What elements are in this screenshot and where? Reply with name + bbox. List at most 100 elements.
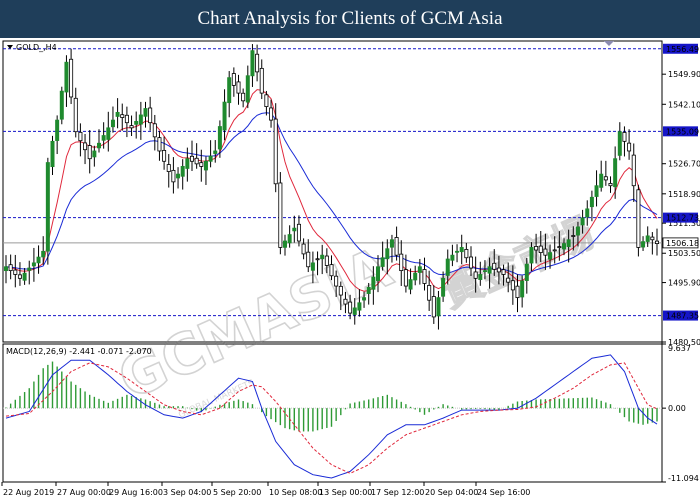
level-price-label: 1487.35: [666, 312, 699, 321]
candle-body: [120, 114, 125, 118]
candle-body: [324, 255, 329, 266]
candle-body: [69, 58, 74, 98]
candle-body: [185, 158, 190, 169]
candle-body: [641, 241, 646, 248]
symbol-label: GOLD_,H4: [16, 43, 57, 52]
candle-body: [157, 137, 162, 152]
candle-body: [320, 254, 325, 260]
candle-body: [468, 256, 473, 269]
candle-body: [222, 101, 227, 131]
candle-body: [129, 125, 134, 129]
candle-body: [385, 248, 390, 260]
candle-body: [552, 249, 557, 252]
candle-body: [534, 246, 539, 251]
candle-body: [548, 252, 553, 260]
candle-body: [478, 274, 483, 280]
candle-body: [138, 114, 143, 125]
candle-body: [543, 248, 548, 256]
level-price-label: 1512.73: [666, 214, 699, 223]
candle-body: [524, 263, 529, 281]
candle-body: [348, 301, 353, 314]
candle-body: [375, 266, 380, 281]
candle-body: [199, 162, 204, 167]
candle-body: [515, 285, 520, 299]
time-tick-label: 3 Sep 04:00: [163, 488, 211, 497]
time-tick-label: 29 Aug 16:00: [109, 488, 163, 497]
macd-tick-label: 0.00: [668, 404, 686, 413]
time-tick-label: 5 Sep 20:00: [213, 488, 261, 497]
candle-body: [148, 107, 153, 124]
candle-body: [78, 131, 83, 142]
candle-body: [189, 155, 194, 162]
candle-body: [203, 160, 208, 171]
candle-body: [473, 271, 478, 279]
level-price-label: 1535.09: [666, 127, 699, 136]
candle-body: [59, 90, 64, 120]
candle-body: [115, 111, 120, 117]
candle-body: [282, 240, 287, 248]
candle-body: [455, 250, 460, 253]
time-tick-label: 17 Sep 12:00: [371, 488, 424, 497]
candle-body: [617, 131, 622, 156]
candle-body: [464, 249, 469, 259]
candle-body: [562, 243, 567, 250]
candle-body: [8, 264, 13, 272]
candle-body: [538, 245, 543, 254]
candle-body: [273, 118, 278, 185]
candle-body: [366, 286, 371, 294]
candle-body: [180, 166, 185, 177]
candle-body: [250, 50, 255, 77]
candle-body: [306, 251, 311, 268]
candle-body: [301, 243, 306, 255]
candle-body: [338, 285, 343, 296]
candle-body: [436, 297, 441, 317]
candle-body: [362, 297, 367, 301]
candle-body: [236, 81, 241, 94]
candle-body: [92, 150, 97, 158]
candle-body: [315, 258, 320, 261]
candle-body: [166, 164, 171, 172]
time-tick-label: 20 Sep 04:00: [425, 488, 478, 497]
candle-body: [450, 254, 455, 261]
candle-body: [4, 266, 9, 272]
current-price-label: 1506.18: [666, 239, 699, 248]
candle-body: [101, 135, 106, 141]
candle-body: [380, 257, 385, 267]
candle-body: [134, 120, 139, 125]
candle-body: [399, 253, 404, 272]
candle-body: [357, 302, 362, 311]
chart-area: GCMASIA GLOBAL MARKETS 黃金市場 1549.901542.…: [1, 40, 700, 497]
candle-body: [87, 145, 92, 160]
price-tick-label: 1549.90: [668, 70, 700, 79]
time-tick-label: 24 Sep 16:00: [477, 488, 530, 497]
candle-body: [110, 119, 115, 128]
candle-body: [310, 262, 315, 271]
macd-tick-label: 9.637: [668, 344, 691, 353]
candle-body: [227, 77, 232, 104]
candle-body: [571, 235, 576, 237]
candle-body: [143, 108, 148, 117]
candle-body: [208, 155, 213, 162]
page-title: Chart Analysis for Clients of GCM Asia: [0, 0, 700, 38]
macd-label: MACD(12,26,9) -2.441 -0.071 -2.070: [6, 347, 152, 356]
candle-body: [506, 277, 511, 283]
candle-body: [97, 142, 102, 149]
candle-body: [22, 272, 27, 281]
candle-body: [403, 269, 408, 287]
candle-body: [389, 239, 394, 248]
price-tick-label: 1542.10: [668, 100, 700, 109]
candle-body: [492, 262, 497, 270]
candle-body: [417, 266, 422, 273]
candle-body: [645, 235, 650, 242]
macd-tick-label: -11.094: [668, 474, 699, 483]
time-tick-label: 10 Sep 08:00: [269, 488, 322, 497]
candle-body: [487, 266, 492, 274]
candle-body: [278, 182, 283, 248]
candle-body: [287, 234, 292, 244]
candle-body: [106, 127, 111, 140]
candle-body: [482, 270, 487, 273]
candle-body: [264, 94, 269, 108]
candle-body: [83, 142, 88, 151]
candle-body: [55, 119, 60, 141]
candle-body: [650, 236, 655, 241]
